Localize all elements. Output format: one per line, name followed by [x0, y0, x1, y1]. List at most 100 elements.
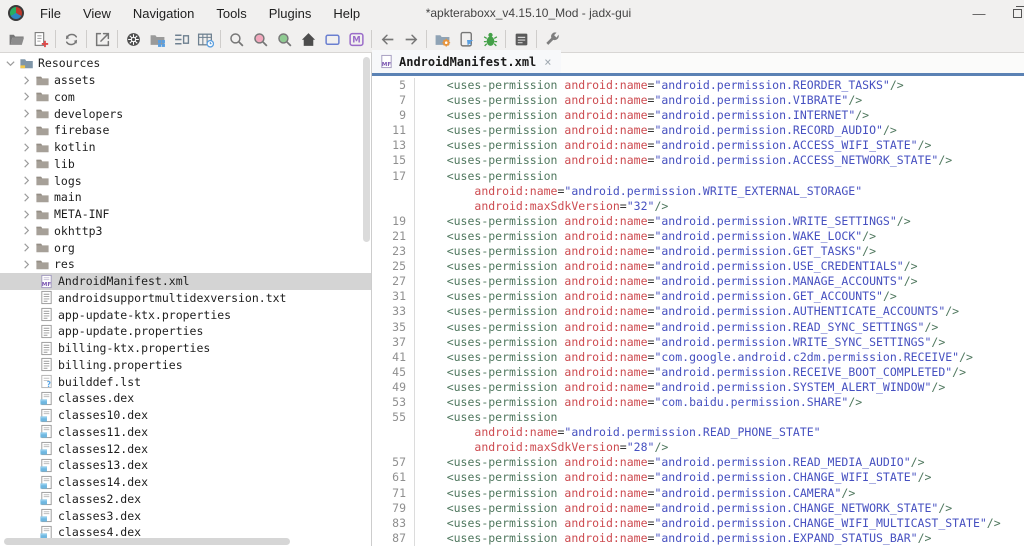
class-search-button[interactable]	[272, 27, 296, 51]
reload-button[interactable]	[59, 27, 83, 51]
tree-item-classes-dex[interactable]: classes.dex	[0, 390, 371, 407]
log-viewer-button[interactable]	[509, 27, 533, 51]
menu-help[interactable]: Help	[333, 6, 360, 21]
search-button[interactable]	[224, 27, 248, 51]
tree-item-com[interactable]: com	[0, 89, 371, 106]
chevron-right-icon[interactable]	[18, 142, 34, 153]
export-button[interactable]	[90, 27, 114, 51]
tree-item-billing-properties[interactable]: billing.properties	[0, 357, 371, 374]
menu-view[interactable]: View	[83, 6, 111, 21]
back-button[interactable]	[375, 27, 399, 51]
comment-search-button[interactable]: M	[344, 27, 368, 51]
chevron-right-icon[interactable]	[18, 175, 34, 186]
folder-icon	[34, 156, 50, 172]
code-line: 23 <uses-permission android:name="androi…	[372, 244, 1024, 260]
tree-item-label: okhttp3	[54, 223, 103, 238]
line-number: 79	[372, 500, 415, 516]
tree-item-label: Resources	[38, 56, 101, 71]
chevron-right-icon[interactable]	[18, 225, 34, 236]
line-number: 87	[372, 530, 415, 546]
line-number: 13	[372, 138, 415, 154]
code-line: 61 <uses-permission android:name="androi…	[372, 470, 1024, 486]
tree-item-lib[interactable]: lib	[0, 156, 371, 173]
line-number: 11	[372, 123, 415, 139]
tree-item-app-update-ktx-properties[interactable]: app-update-ktx.properties	[0, 306, 371, 323]
tree-item-label: classes2.dex	[58, 491, 142, 506]
tree-item-firebase[interactable]: firebase	[0, 122, 371, 139]
code-text: <uses-permission android:name="android.p…	[446, 123, 897, 138]
debugger-button[interactable]	[478, 27, 502, 51]
code-text: android:name="android.permission.READ_PH…	[474, 425, 821, 440]
chevron-right-icon[interactable]	[18, 209, 34, 220]
chevron-right-icon[interactable]	[18, 75, 34, 86]
tree-item-main[interactable]: main	[0, 189, 371, 206]
tree-item-builddef-lst[interactable]: ? builddef.lst	[0, 373, 371, 390]
structure-icon	[174, 33, 189, 45]
tree-vertical-scrollbar[interactable]	[363, 57, 370, 242]
structure-button[interactable]	[169, 27, 193, 51]
text-search-button[interactable]	[248, 27, 272, 51]
device-settings-button[interactable]	[430, 27, 454, 51]
tree-horizontal-scrollbar[interactable]	[4, 538, 290, 545]
chevron-right-icon[interactable]	[18, 259, 34, 270]
tree-item-assets[interactable]: assets	[0, 72, 371, 89]
tree-item-okhttp3[interactable]: okhttp3	[0, 223, 371, 240]
tree-item-developers[interactable]: developers	[0, 105, 371, 122]
tab-label: AndroidManifest.xml	[399, 54, 537, 69]
preferences-button[interactable]	[540, 27, 564, 51]
tree-item-meta-inf[interactable]: META-INF	[0, 206, 371, 223]
tree-item-classes2-dex[interactable]: classes2.dex	[0, 491, 371, 508]
menu-navigation[interactable]: Navigation	[133, 6, 194, 21]
menu-plugins[interactable]: Plugins	[269, 6, 312, 21]
chevron-right-icon[interactable]	[18, 158, 34, 169]
heap-usage-button[interactable]	[193, 27, 217, 51]
deobfuscation-button[interactable]	[121, 27, 145, 51]
code-text: <uses-permission android:name="android.p…	[446, 485, 856, 500]
forward-button[interactable]	[399, 27, 423, 51]
line-number	[372, 440, 415, 456]
chevron-down-icon[interactable]	[2, 58, 18, 69]
tree-item-androidsupportmultidexversion-txt[interactable]: androidsupportmultidexversion.txt	[0, 290, 371, 307]
tree-item-classes11-dex[interactable]: classes11.dex	[0, 424, 371, 441]
adb-device-button[interactable]	[454, 27, 478, 51]
code-area[interactable]: 5 <uses-permission android:name="android…	[372, 76, 1024, 546]
minimize-button[interactable]: —	[962, 0, 996, 26]
tree-item-classes10-dex[interactable]: classes10.dex	[0, 407, 371, 424]
chevron-right-icon[interactable]	[18, 108, 34, 119]
main-activity-button[interactable]	[296, 27, 320, 51]
flat-packages-button[interactable]	[145, 27, 169, 51]
chevron-right-icon[interactable]	[18, 91, 34, 102]
tree-item-label: app-update-ktx.properties	[58, 307, 232, 322]
menu-tools[interactable]: Tools	[216, 6, 246, 21]
line-number: 31	[372, 289, 415, 305]
code-text: <uses-permission android:name="android.p…	[446, 364, 967, 379]
tree-item-label: classes.dex	[58, 391, 135, 406]
tree-item-classes12-dex[interactable]: classes12.dex	[0, 440, 371, 457]
add-files-button[interactable]	[28, 27, 52, 51]
chevron-right-icon[interactable]	[18, 125, 34, 136]
comment-button[interactable]	[320, 27, 344, 51]
tree-item-resources[interactable]: Resources	[0, 55, 371, 72]
code-line: 21 <uses-permission android:name="androi…	[372, 228, 1024, 245]
tree-item-logs[interactable]: logs	[0, 172, 371, 189]
open-file-button[interactable]	[4, 27, 28, 51]
tree-item-res[interactable]: res	[0, 256, 371, 273]
tab-androidmanifest[interactable]: MF AndroidManifest.xml ×	[372, 50, 561, 73]
tree-item-billing-ktx-properties[interactable]: billing-ktx.properties	[0, 340, 371, 357]
tree-item-classes14-dex[interactable]: classes14.dex	[0, 474, 371, 491]
tree-item-kotlin[interactable]: kotlin	[0, 139, 371, 156]
tab-close-icon[interactable]: ×	[544, 55, 551, 69]
tree-item-classes3-dex[interactable]: classes3.dex	[0, 507, 371, 524]
tree-item-org[interactable]: org	[0, 239, 371, 256]
tree-item-classes13-dex[interactable]: classes13.dex	[0, 457, 371, 474]
line-number	[372, 425, 415, 441]
tree-item-androidmanifest-xml[interactable]: MF AndroidManifest.xml	[0, 272, 371, 290]
heap-usage-icon	[197, 33, 214, 48]
chevron-right-icon[interactable]	[18, 192, 34, 203]
maximize-button[interactable]	[1000, 0, 1024, 26]
menu-file[interactable]: File	[40, 6, 61, 21]
tree-item-app-update-properties[interactable]: app-update.properties	[0, 323, 371, 340]
line-number: 19	[372, 213, 415, 229]
chevron-right-icon[interactable]	[18, 242, 34, 253]
tree-item-label: lib	[54, 156, 75, 171]
